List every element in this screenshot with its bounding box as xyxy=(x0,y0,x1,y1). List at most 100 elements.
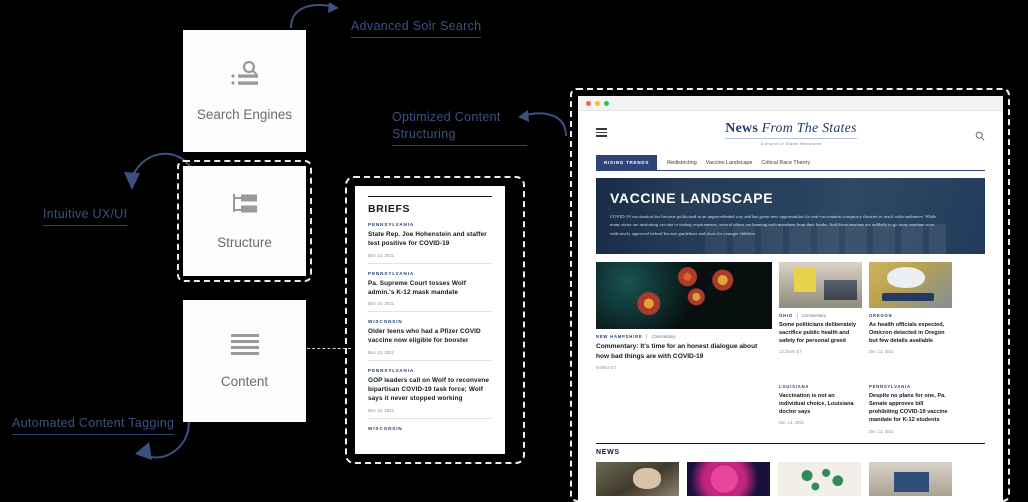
article-kind: Commentary xyxy=(801,313,826,318)
article-date: 5:00am ET xyxy=(596,365,617,371)
annotation-automated-content-tagging: Automated Content Tagging xyxy=(12,398,175,452)
close-traffic-light[interactable] xyxy=(586,100,591,106)
feature-card-content[interactable]: Content xyxy=(183,300,306,422)
annotation-optimized-content-structuring: Optimized Content Structuring xyxy=(392,92,527,163)
feature-card-search-engines[interactable]: Search Engines xyxy=(183,30,306,152)
briefs-title: BRIEFS xyxy=(368,196,492,215)
hierarchy-icon xyxy=(230,192,260,221)
annotation-label: Intuitive UX/UI xyxy=(43,206,128,221)
brief-state: WISCONSIN xyxy=(368,425,403,431)
annotation-intuitive-ux-ui: Intuitive UX/UI xyxy=(43,189,128,243)
browser-window[interactable]: News From The States A project of States… xyxy=(578,96,1003,502)
trend-link-critical-race-theory[interactable]: Critical Race Theory xyxy=(761,160,810,166)
search-icon[interactable] xyxy=(975,128,985,140)
brief-state: PENNSYLVANIA xyxy=(368,222,415,227)
hero-banner[interactable]: VACCINE LANDSCAPE COVID-19 vaccination h… xyxy=(596,178,985,254)
site-content: News From The States A project of States… xyxy=(578,111,1003,496)
news-thumbnail-row xyxy=(596,461,985,496)
article-headline: Commentary: It's time for an honest dial… xyxy=(596,343,758,360)
news-section: NEWS xyxy=(596,442,985,496)
card-politicians-personal-greed[interactable]: OHIO Commentary Some politicians deliber… xyxy=(779,262,862,370)
annotation-advanced-solr-search: Advanced Solr Search xyxy=(351,1,482,55)
card-commentary-honest-dialogue[interactable]: NEW HAMPSHIRE Commentary Commentary: It'… xyxy=(596,262,772,370)
article-thumbnail xyxy=(779,262,862,308)
site-brand[interactable]: News From The States A project of States… xyxy=(607,119,975,146)
secondary-row-spacer xyxy=(596,379,772,433)
feature-card-label: Content xyxy=(220,374,269,389)
arrow-to-advanced-solr-search xyxy=(290,2,339,29)
brief-date: Dec 13, 2021 xyxy=(368,252,395,258)
annotation-label: Optimized Content Structuring xyxy=(392,109,501,141)
article-date: Dec 13, 2021 xyxy=(869,428,894,434)
minimize-traffic-light[interactable] xyxy=(595,100,600,106)
article-state: OREGON xyxy=(869,313,893,318)
article-state: LOUISIANA xyxy=(779,384,810,390)
article-meta: NEW HAMPSHIRE Commentary xyxy=(596,334,772,339)
article-state: OHIO xyxy=(779,313,793,318)
trending-links: Redistricting Vaccine Landscape Critical… xyxy=(657,155,810,170)
annotation-underline xyxy=(43,224,128,226)
trend-link-redistricting[interactable]: Redistricting xyxy=(667,160,697,166)
card-pa-senate-bill[interactable]: PENNSYLVANIA Despite no plans for one, P… xyxy=(869,379,952,433)
article-headline: Some politicians deliberately sacrifice … xyxy=(779,322,857,345)
lines-icon xyxy=(230,333,260,360)
brief-headline: GOP leaders call on Wolf to reconvene bi… xyxy=(368,376,490,403)
article-meta: LOUISIANA xyxy=(779,384,862,389)
trending-bar: RISING TRENDS Redistricting Vaccine Land… xyxy=(596,155,985,171)
trend-link-vaccine-landscape[interactable]: Vaccine Landscape xyxy=(706,160,753,166)
article-meta: OREGON xyxy=(869,313,952,318)
brief-headline: State Rep. Joe Hohenstein and staffer te… xyxy=(368,231,487,248)
brief-state: PENNSYLVANIA xyxy=(368,367,415,373)
annotation-label: Automated Content Tagging xyxy=(12,415,175,430)
hero-body: COVID-19 vaccination has become politici… xyxy=(610,214,937,236)
brief-item[interactable]: WISCONSIN xyxy=(368,419,492,439)
article-headline: As health officials expected, Omicron de… xyxy=(869,322,945,345)
feature-card-label: Structure xyxy=(217,235,272,250)
news-thumbnail[interactable] xyxy=(687,461,770,496)
maximize-traffic-light[interactable] xyxy=(604,100,609,106)
brief-state: PENNSYLVANIA xyxy=(368,270,415,276)
article-headline: Despite no plans for one, Pa. Senate app… xyxy=(869,393,948,424)
card-omicron-oregon[interactable]: OREGON As health officials expected, Omi… xyxy=(869,262,952,370)
diagram-canvas: Advanced Solr Search Optimized Content S… xyxy=(0,0,1028,502)
site-header: News From The States A project of States… xyxy=(596,111,985,150)
brief-item[interactable]: PENNSYLVANIA Pa. Supreme Court tosses Wo… xyxy=(368,264,492,313)
article-date: Dec 13, 2021 xyxy=(869,349,894,355)
hamburger-icon[interactable] xyxy=(596,128,607,137)
news-thumbnail[interactable] xyxy=(778,461,861,496)
feature-card-structure[interactable]: Structure xyxy=(183,166,306,276)
brief-item[interactable]: WISCONSIN Older teens who had a Pfizer C… xyxy=(368,312,492,361)
news-thumbnail[interactable] xyxy=(596,461,679,496)
brief-date: Dec 10, 2021 xyxy=(368,301,395,307)
feature-card-label: Search Engines xyxy=(196,107,293,122)
article-meta: OHIO Commentary xyxy=(779,313,862,318)
hero-title: VACCINE LANDSCAPE xyxy=(610,190,774,206)
article-kind: Commentary xyxy=(651,334,676,339)
news-section-title: NEWS xyxy=(596,442,985,456)
brief-date: Dec 10, 2021 xyxy=(368,349,395,355)
news-thumbnail[interactable] xyxy=(869,461,952,496)
brand-subtitle: A project of States Newsroom xyxy=(760,141,822,146)
brand-name: News From The States xyxy=(725,121,857,139)
brief-item[interactable]: PENNSYLVANIA State Rep. Joe Hohenstein a… xyxy=(368,215,492,264)
card-louisiana-doctor[interactable]: LOUISIANA Vaccination is not an individu… xyxy=(779,379,862,433)
search-list-icon xyxy=(230,60,260,93)
annotation-underline xyxy=(351,36,482,38)
browser-titlebar xyxy=(578,96,1003,111)
article-state: NEW HAMPSHIRE xyxy=(596,334,643,339)
briefs-panel: BRIEFS PENNSYLVANIA State Rep. Joe Hohen… xyxy=(355,186,505,454)
article-headline: Vaccination is not an individual choice,… xyxy=(779,393,854,416)
brand-name-bold: News xyxy=(725,121,758,136)
brief-item[interactable]: PENNSYLVANIA GOP leaders call on Wolf to… xyxy=(368,361,492,419)
annotation-underline xyxy=(392,144,527,146)
article-thumbnail xyxy=(596,262,772,329)
brief-headline: Pa. Supreme Court tosses Wolf admin.'s K… xyxy=(368,279,466,296)
article-date: Dec 13, 2021 xyxy=(779,420,804,426)
brief-headline: Older teens who had a Pfizer COVID vacci… xyxy=(368,328,481,345)
brief-date: Dec 10, 2021 xyxy=(368,407,395,413)
article-state: PENNSYLVANIA xyxy=(869,384,911,390)
article-date: 12:20am ET xyxy=(779,349,802,355)
rising-trends-pill: RISING TRENDS xyxy=(596,155,658,170)
brand-name-italic: From The States xyxy=(761,121,857,136)
annotation-label: Advanced Solr Search xyxy=(351,18,482,33)
